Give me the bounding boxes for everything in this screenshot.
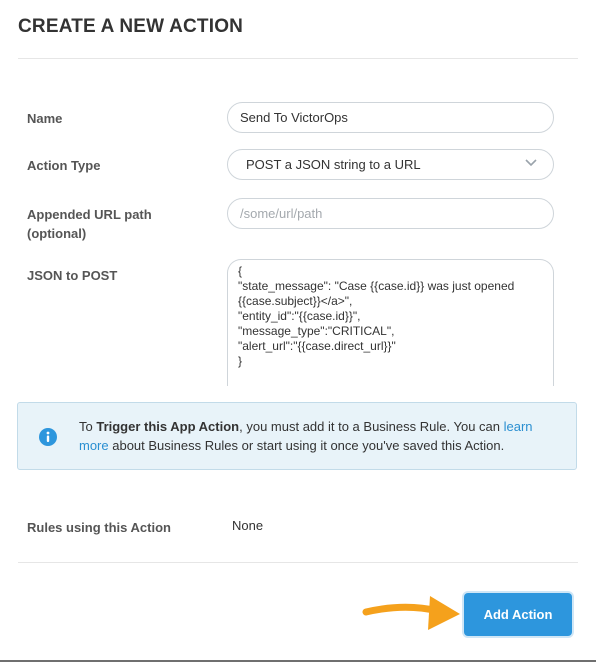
- url-path-label-line2: (optional): [27, 226, 87, 241]
- chevron-down-icon: [525, 159, 537, 167]
- add-action-button[interactable]: Add Action: [464, 593, 572, 636]
- rules-value: None: [232, 518, 264, 533]
- url-path-label-line1: Appended URL path: [27, 207, 152, 222]
- action-type-label: Action Type: [27, 158, 101, 173]
- info-middle: , you must add it to a Business Rule. Yo…: [239, 419, 504, 434]
- url-path-label: Appended URL path (optional): [27, 205, 152, 243]
- info-prefix: To: [79, 419, 97, 434]
- footer-divider: [18, 562, 578, 563]
- info-bold: Trigger this App Action: [96, 419, 240, 434]
- action-type-select[interactable]: POST a JSON string to a URL: [227, 149, 554, 180]
- info-box: To Trigger this App Action, you must add…: [17, 402, 577, 470]
- name-input[interactable]: [227, 102, 554, 133]
- header-divider: [18, 58, 578, 59]
- info-suffix: about Business Rules or start using it o…: [108, 438, 505, 453]
- json-textarea[interactable]: { "state_message": "Case {{case.id}} was…: [227, 259, 554, 386]
- arrow-pointer-icon: [362, 596, 460, 630]
- json-label: JSON to POST: [27, 268, 118, 283]
- url-path-input[interactable]: [227, 198, 554, 229]
- action-type-value: POST a JSON string to a URL: [246, 157, 421, 172]
- info-icon: [39, 428, 57, 446]
- name-label: Name: [27, 111, 63, 126]
- rules-label: Rules using this Action: [27, 520, 171, 535]
- info-message: To Trigger this App Action, you must add…: [79, 417, 559, 455]
- page-title: CREATE A NEW ACTION: [18, 16, 244, 37]
